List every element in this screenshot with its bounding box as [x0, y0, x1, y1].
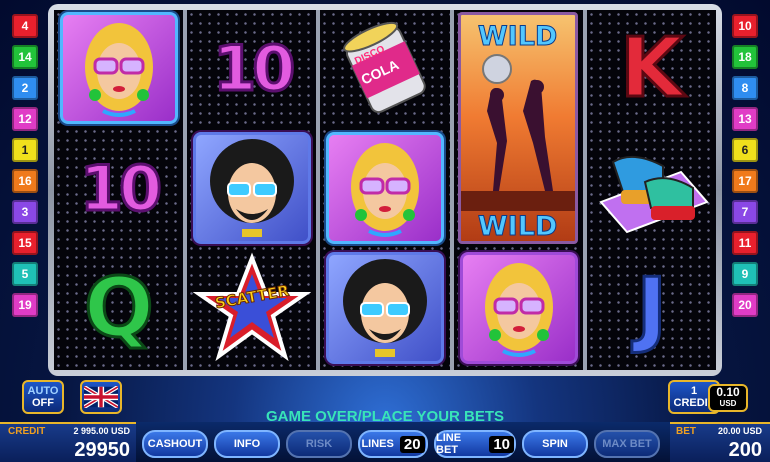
bet-panel: BET 20.00 USD 200 — [670, 422, 770, 462]
payline-markers-right: 10 18 8 13 6 17 7 11 9 20 — [732, 14, 758, 317]
ten-glyph: 10 — [78, 150, 163, 226]
symbol-blonde-girl — [60, 12, 178, 124]
info-button[interactable]: INFO — [214, 430, 280, 458]
payline-marker: 15 — [12, 231, 38, 255]
symbol-blonde-girl — [459, 252, 578, 364]
symbol-ten: 10 — [193, 12, 311, 124]
denom-count: 1 — [690, 385, 698, 397]
lines-label: LINES — [361, 438, 394, 450]
symbol-wild-stacked: WILD WILD — [457, 12, 578, 244]
payline-marker: 14 — [12, 45, 38, 69]
credit-usd: 2 995.00 USD — [73, 426, 130, 436]
reel-4: WILD WILD — [453, 10, 583, 370]
symbol-king: K — [593, 12, 711, 124]
cashout-button[interactable]: CASHOUT — [142, 430, 208, 458]
spin-button[interactable]: SPIN — [522, 430, 588, 458]
queen-glyph: Q — [83, 259, 156, 357]
ten-glyph: 10 — [212, 30, 297, 106]
max-bet-button[interactable]: MAX BET — [594, 430, 660, 458]
payline-marker: 13 — [732, 107, 758, 131]
payline-marker: 7 — [732, 200, 758, 224]
payline-marker: 1 — [12, 138, 38, 162]
payline-marker: 19 — [12, 293, 38, 317]
symbol-scatter: SCATTER — [192, 252, 312, 364]
reel-2: 10 SCATTER — [187, 10, 317, 370]
symbol-blonde-girl — [326, 132, 445, 244]
line-bet-label: LINE BET — [436, 432, 462, 456]
line-bet-button[interactable]: LINE BET 10 — [434, 430, 516, 458]
symbol-afro-man — [193, 132, 312, 244]
payline-marker: 17 — [732, 169, 758, 193]
denom-value: 0.10 — [716, 385, 740, 399]
symbol-queen: Q — [60, 252, 178, 364]
king-glyph: K — [619, 19, 686, 117]
payline-markers-left: 4 14 2 12 1 16 3 15 5 19 — [12, 14, 38, 317]
jack-glyph: J — [635, 259, 669, 357]
payline-marker: 12 — [12, 107, 38, 131]
payline-marker: 3 — [12, 200, 38, 224]
bet-usd: 20.00 USD — [717, 426, 762, 436]
reel-5: K J — [586, 10, 717, 370]
auto-label: AUTO — [27, 385, 59, 397]
credit-label: CREDIT — [8, 426, 46, 437]
symbol-ten: 10 — [60, 132, 178, 244]
payline-marker: 20 — [732, 293, 758, 317]
reel-1: 10 Q — [54, 10, 184, 370]
wild-label-bottom: WILD — [477, 211, 558, 243]
line-bet-value: 10 — [489, 435, 514, 453]
payline-marker: 11 — [732, 231, 758, 255]
wild-label-top: WILD — [477, 21, 558, 53]
payline-marker: 5 — [12, 262, 38, 286]
payline-marker: 6 — [732, 138, 758, 162]
lines-value: 20 — [399, 435, 425, 453]
payline-marker: 16 — [12, 169, 38, 193]
credit-value: 29950 — [74, 439, 130, 461]
credit-panel: CREDIT 2 995.00 USD 29950 — [0, 422, 136, 462]
reels-area: 10 Q 10 SCATTER DISCO COLA WILD WILD K J — [54, 10, 717, 370]
payline-marker: 4 — [12, 14, 38, 38]
payline-marker: 9 — [732, 262, 758, 286]
symbol-afro-man — [326, 252, 445, 364]
bet-label: BET — [676, 426, 696, 437]
payline-marker: 10 — [732, 14, 758, 38]
symbol-disco-cola-can: DISCO COLA — [326, 12, 444, 124]
uk-flag-icon — [84, 386, 118, 408]
payline-marker: 8 — [732, 76, 758, 100]
symbol-platform-shoes — [593, 132, 711, 244]
lines-button[interactable]: LINES 20 — [358, 430, 428, 458]
risk-button[interactable]: RISK — [286, 430, 352, 458]
bet-value: 200 — [728, 439, 762, 461]
payline-marker: 2 — [12, 76, 38, 100]
symbol-jack: J — [593, 252, 711, 364]
payline-marker: 18 — [732, 45, 758, 69]
reel-3: DISCO COLA — [320, 10, 450, 370]
